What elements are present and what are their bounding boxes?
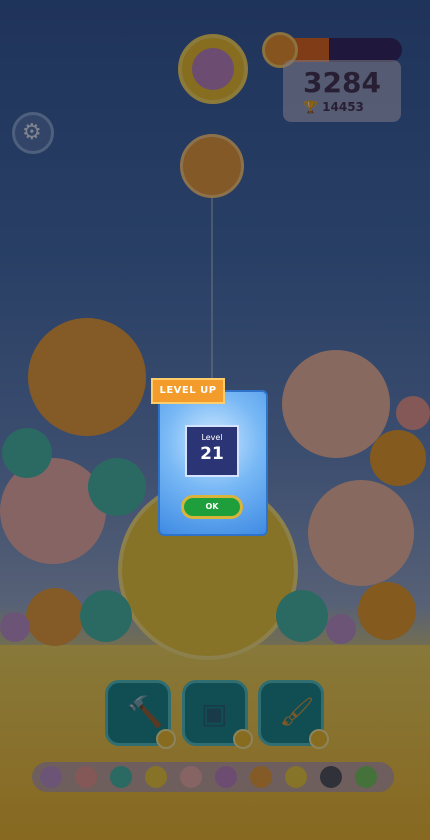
game-stage[interactable]: 3284 🏆 14453 ⚙ 🔨 ▣ 🖌 LEVEL UP Level 21 O… (0, 0, 430, 840)
level-label: Level (201, 433, 223, 442)
level-up-ribbon: LEVEL UP (151, 378, 225, 404)
level-card: Level 21 (185, 425, 239, 477)
ok-button[interactable]: OK (181, 495, 243, 519)
level-number: 21 (200, 444, 224, 464)
